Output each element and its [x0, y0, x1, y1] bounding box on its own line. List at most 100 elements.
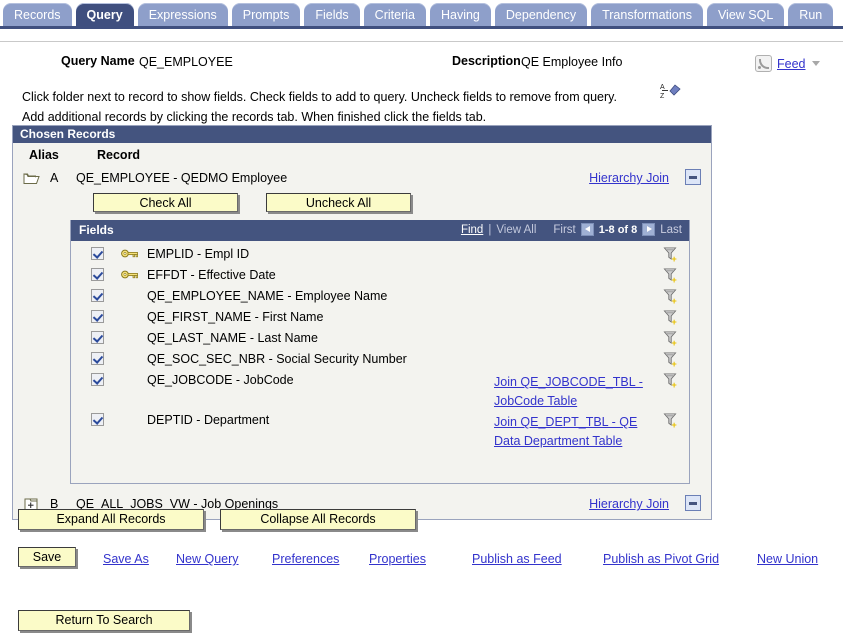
tab-having[interactable]: Having	[429, 2, 492, 27]
fields-grid: Fields Find | View All First 1-8 of 8 La…	[70, 220, 690, 484]
filter-add-icon[interactable]: +	[663, 412, 679, 429]
tab-view-sql[interactable]: View SQL	[706, 2, 785, 27]
filter-add-icon[interactable]: +	[663, 351, 679, 368]
field-row: QE_EMPLOYEE_NAME - Employee Name+	[71, 287, 689, 308]
filter-add-icon[interactable]: +	[663, 288, 679, 305]
rss-feed-icon[interactable]	[755, 55, 772, 72]
field-checkbox[interactable]	[91, 268, 104, 281]
query-name-value: QE_EMPLOYEE	[139, 55, 233, 69]
query-header: Query Name QE_EMPLOYEE Description QE Em…	[0, 50, 843, 76]
record-column-header: Record	[97, 148, 140, 162]
record-name: QE_EMPLOYEE - QEDMO Employee	[76, 171, 287, 185]
record-alias: A	[50, 171, 58, 185]
filter-add-icon[interactable]: +	[663, 372, 679, 389]
description-label: Description	[452, 54, 521, 68]
field-label: EMPLID - Empl ID	[147, 247, 249, 261]
tab-prompts[interactable]: Prompts	[231, 2, 302, 27]
folder-open-icon[interactable]	[23, 171, 40, 185]
last-page-link[interactable]: Last	[660, 224, 682, 236]
footer-link-publish-as-pivot-grid[interactable]: Publish as Pivot Grid	[603, 552, 719, 566]
chevron-down-icon[interactable]	[812, 61, 820, 66]
field-row: QE_SOC_SEC_NBR - Social Security Number +	[71, 350, 689, 371]
field-row: QE_JOBCODE - JobCode Join QE_JOBCODE_TBL …	[71, 371, 689, 411]
svg-text:Z: Z	[660, 93, 665, 100]
hierarchy-join-link[interactable]: Hierarchy Join	[589, 171, 669, 185]
record-row: A QE_EMPLOYEE - QEDMO Employee Hierarchy…	[13, 167, 711, 192]
field-row: QE_FIRST_NAME - First Name +	[71, 308, 689, 329]
minus-icon[interactable]	[685, 169, 701, 185]
svg-text:+: +	[672, 420, 677, 429]
chosen-records-panel: Chosen Records Alias Record A QE_EMPLOYE…	[12, 125, 712, 520]
footer-link-new-query[interactable]: New Query	[176, 552, 239, 566]
field-checkbox[interactable]	[91, 373, 104, 386]
fields-grid-title: Fields	[79, 223, 114, 237]
nav-separator: |	[488, 224, 491, 236]
svg-text:+: +	[672, 359, 677, 368]
field-row: EMPLID - Empl ID +	[71, 245, 689, 266]
view-all-link[interactable]: View All	[496, 224, 536, 236]
svg-text:+: +	[672, 275, 677, 284]
svg-text:+: +	[672, 380, 677, 389]
tab-criteria[interactable]: Criteria	[363, 2, 427, 27]
previous-page-icon[interactable]	[581, 223, 594, 236]
hierarchy-join-link[interactable]: Hierarchy Join	[589, 497, 669, 511]
tab-bar-underline	[0, 26, 843, 29]
next-page-icon[interactable]	[642, 223, 655, 236]
collapse-all-records-button[interactable]: Collapse All Records	[220, 509, 416, 530]
field-row: QE_LAST_NAME - Last Name +	[71, 329, 689, 350]
svg-text:+: +	[672, 338, 677, 347]
field-checkbox[interactable]	[91, 331, 104, 344]
field-label: DEPTID - Department	[147, 413, 269, 427]
tab-fields[interactable]: Fields	[303, 2, 360, 27]
instructions-text: Click folder next to record to show fiel…	[22, 87, 637, 127]
panel-title: Chosen Records	[13, 126, 711, 143]
footer-links: Save As New Query Preferences Properties Pub…	[0, 552, 843, 570]
field-checkbox[interactable]	[91, 352, 104, 365]
first-page-link[interactable]: First	[553, 224, 575, 236]
uncheck-all-button[interactable]: Uncheck All	[266, 193, 411, 212]
footer-link-preferences[interactable]: Preferences	[272, 552, 339, 566]
svg-text:+: +	[672, 296, 677, 305]
return-to-search-button[interactable]: Return To Search	[18, 610, 190, 631]
field-checkbox[interactable]	[91, 289, 104, 302]
page-divider	[0, 41, 843, 42]
svg-text:A: A	[660, 84, 665, 91]
join-record-link[interactable]: Join QE_DEPT_TBL - QE Data Department Ta…	[494, 413, 649, 451]
footer-link-publish-as-feed[interactable]: Publish as Feed	[472, 552, 562, 566]
footer-link-save-as[interactable]: Save As	[103, 552, 149, 566]
query-name-label: Query Name	[61, 54, 135, 68]
feed-control[interactable]: Feed	[755, 55, 820, 72]
footer-link-properties[interactable]: Properties	[369, 552, 426, 566]
expand-all-records-button[interactable]: Expand All Records	[18, 509, 204, 530]
filter-add-icon[interactable]: +	[663, 309, 679, 326]
fields-grid-body: EMPLID - Empl ID+EFFDT - Effective Date+…	[71, 241, 689, 483]
find-link[interactable]: Find	[461, 224, 483, 236]
tab-dependency[interactable]: Dependency	[494, 2, 588, 27]
tab-query[interactable]: Query	[75, 2, 135, 27]
key-icon	[121, 248, 139, 259]
filter-add-icon[interactable]: +	[663, 267, 679, 284]
filter-add-icon[interactable]: +	[663, 330, 679, 347]
field-checkbox[interactable]	[91, 413, 104, 426]
field-checkbox[interactable]	[91, 247, 104, 260]
feed-link[interactable]: Feed	[777, 57, 806, 71]
footer-link-new-union[interactable]: New Union	[757, 552, 818, 566]
tab-transformations[interactable]: Transformations	[590, 2, 704, 27]
field-label: QE_LAST_NAME - Last Name	[147, 331, 318, 345]
tab-run[interactable]: Run	[787, 2, 834, 27]
field-label: QE_FIRST_NAME - First Name	[147, 310, 323, 324]
filter-add-icon[interactable]: +	[663, 246, 679, 263]
key-icon	[121, 269, 139, 280]
minus-icon[interactable]	[685, 495, 701, 511]
join-record-link[interactable]: Join QE_JOBCODE_TBL - JobCode Table	[494, 373, 649, 411]
field-checkbox[interactable]	[91, 310, 104, 323]
check-all-button[interactable]: Check All	[93, 193, 238, 212]
field-label: QE_SOC_SEC_NBR - Social Security Number	[147, 352, 407, 366]
column-headers: Alias Record	[13, 143, 711, 167]
tab-expressions[interactable]: Expressions	[137, 2, 229, 27]
description-value: QE Employee Info	[521, 55, 622, 69]
sort-az-icon[interactable]: A Z	[660, 81, 684, 101]
panel-body: Alias Record A QE_EMPLOYEE - QEDMO Emplo…	[13, 143, 711, 519]
tab-records[interactable]: Records	[2, 2, 73, 27]
field-label: QE_JOBCODE - JobCode	[147, 373, 294, 387]
